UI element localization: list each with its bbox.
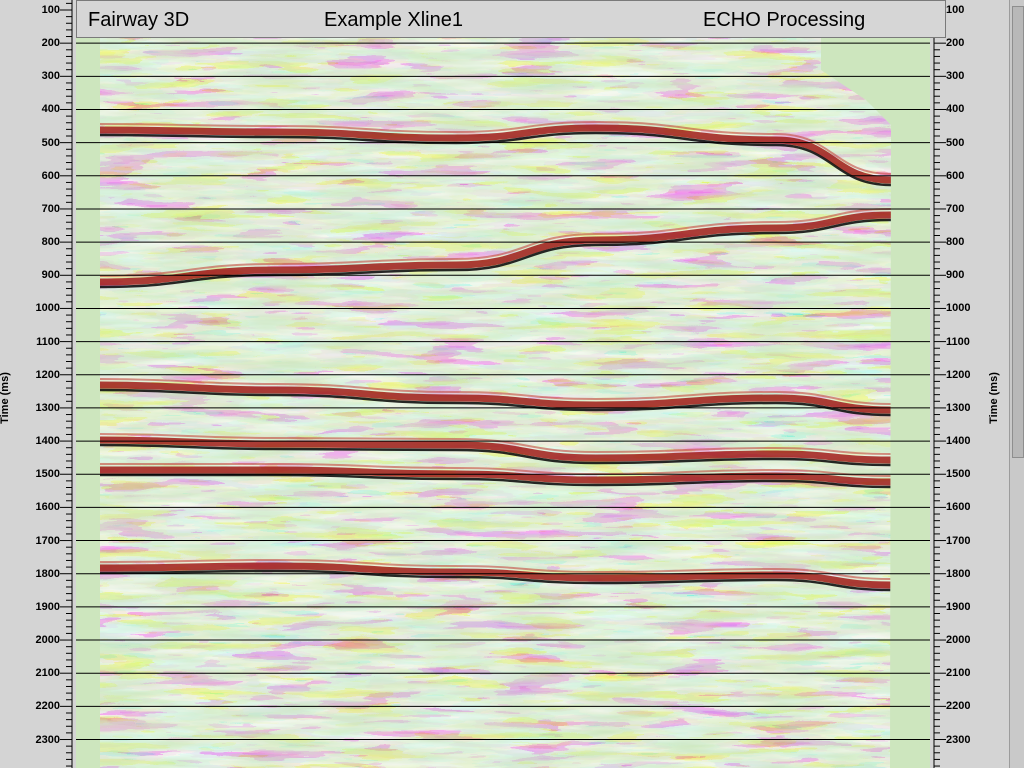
- scrollbar-thumb[interactable]: [1012, 6, 1024, 458]
- left-tick-marks: [60, 0, 73, 768]
- survey-name: Fairway 3D: [88, 9, 190, 31]
- seismic-section[interactable]: [76, 0, 930, 768]
- left-time-axis: Time (ms) 100 200 300 400 500 600 700 800 900 100…: [0, 0, 76, 768]
- seismic-traces: [100, 0, 891, 768]
- section-title-bar: Fairway 3D Example Xline1 ECHO Processin…: [76, 0, 946, 38]
- processor-name: ECHO Processing: [703, 9, 866, 31]
- vertical-scrollbar[interactable]: [1009, 0, 1024, 768]
- seismic-section-image: [76, 0, 930, 768]
- line-name: Example Xline1: [324, 9, 463, 31]
